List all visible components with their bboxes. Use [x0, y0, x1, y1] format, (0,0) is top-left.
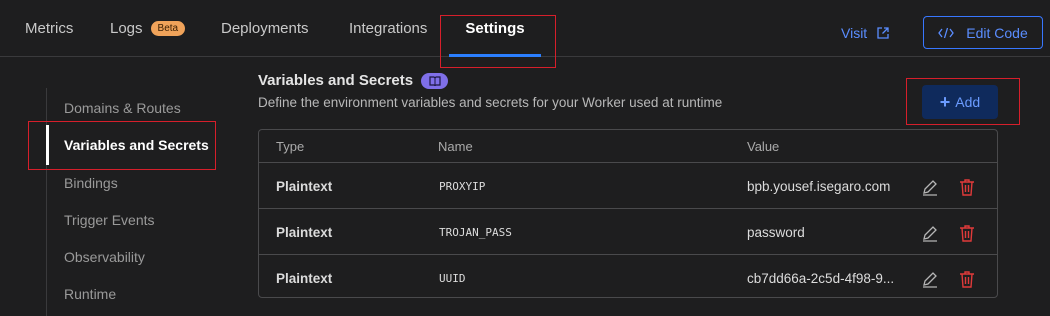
visit-label: Visit [841, 24, 868, 41]
row-type: Plaintext [276, 271, 333, 286]
row-value: password [747, 225, 805, 240]
pencil-icon[interactable] [921, 164, 939, 209]
edit-code-button[interactable]: Edit Code [923, 16, 1043, 49]
sidebar-item-trigger-events[interactable]: Trigger Events [64, 212, 155, 228]
tab-metrics[interactable]: Metrics [25, 0, 73, 57]
section-title-text: Variables and Secrets [258, 72, 414, 89]
code-icon [938, 27, 955, 39]
pencil-icon[interactable] [921, 210, 939, 255]
edit-code-label: Edit Code [966, 24, 1028, 41]
table-header: Type Name Value [259, 130, 997, 163]
tab-deployments[interactable]: Deployments [221, 0, 309, 57]
beta-badge: Beta [150, 21, 186, 36]
row-name: TROJAN_PASS [439, 226, 512, 239]
trash-icon[interactable] [959, 256, 975, 297]
column-header-type: Type [276, 139, 305, 154]
row-name: UUID [439, 272, 466, 285]
tab-label: Logs [110, 20, 143, 37]
external-link-icon [877, 26, 889, 39]
tab-settings[interactable]: Settings [449, 0, 541, 57]
sidebar-item-bindings[interactable]: Bindings [64, 175, 118, 191]
tab-integrations[interactable]: Integrations [349, 0, 427, 57]
row-value: bpb.yousef.isegaro.com [747, 179, 891, 194]
pencil-icon[interactable] [921, 256, 939, 297]
add-label: Add [955, 94, 981, 110]
sidebar-item-domains-routes[interactable]: Domains & Routes [64, 100, 181, 116]
tab-label: Deployments [221, 20, 309, 37]
sidebar-item-runtime[interactable]: Runtime [64, 286, 116, 302]
table-row: Plaintext TROJAN_PASS password [259, 210, 997, 255]
add-variable-button[interactable]: + Add [922, 85, 998, 119]
active-sidebar-marker [46, 125, 49, 165]
settings-sidebar: Domains & Routes Variables and Secrets B… [46, 88, 221, 316]
row-name: PROXYIP [439, 180, 486, 193]
sidebar-item-observability[interactable]: Observability [64, 249, 145, 265]
tab-label: Settings [465, 20, 525, 37]
tab-logs[interactable]: Logs Beta [110, 0, 186, 57]
variables-table: Type Name Value Plaintext PROXYIP bpb.yo… [258, 129, 998, 298]
visit-link[interactable]: Visit [841, 0, 889, 65]
row-type: Plaintext [276, 179, 333, 194]
section-description: Define the environment variables and sec… [258, 95, 723, 110]
tab-label: Integrations [349, 20, 428, 37]
column-header-name: Name [438, 139, 473, 154]
plus-icon: + [939, 91, 951, 112]
row-type: Plaintext [276, 225, 333, 240]
active-tab-underline [449, 54, 541, 57]
docs-book-icon[interactable] [421, 72, 449, 89]
table-row: Plaintext UUID cb7dd66a-2c5d-4f98-9... [259, 256, 997, 297]
trash-icon[interactable] [959, 164, 975, 209]
trash-icon[interactable] [959, 210, 975, 255]
row-value: cb7dd66a-2c5d-4f98-9... [747, 271, 895, 286]
section-title: Variables and Secrets [258, 72, 449, 89]
sidebar-item-variables-secrets[interactable]: Variables and Secrets [64, 137, 209, 153]
tab-label: Metrics [25, 20, 74, 37]
column-header-value: Value [747, 139, 780, 154]
top-nav: Metrics Logs Beta Deployments Integration… [0, 0, 1050, 57]
table-row: Plaintext PROXYIP bpb.yousef.isegaro.com [259, 164, 997, 209]
